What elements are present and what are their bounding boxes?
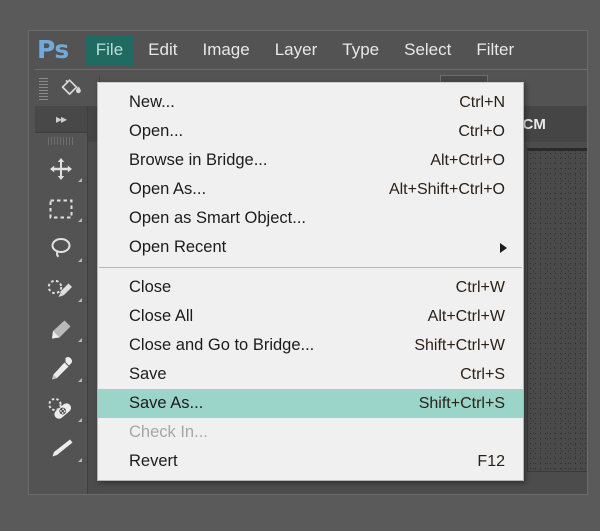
menu-item-shortcut: F12 (477, 452, 505, 470)
menu-item-label: Revert (129, 452, 178, 470)
menu-bar: Ps File Edit Image Layer Type Select Fil… (29, 31, 587, 69)
tool-flyout-indicator (78, 218, 82, 222)
tool-flyout-indicator (78, 298, 82, 302)
menu-separator (99, 267, 522, 268)
crop-tool-icon[interactable] (35, 309, 87, 349)
menu-layer[interactable]: Layer (264, 35, 329, 66)
options-bar-grip[interactable] (39, 77, 48, 100)
tool-flyout-indicator (78, 418, 82, 422)
menu-item-label: Open as Smart Object... (129, 209, 306, 227)
menu-select[interactable]: Select (393, 35, 462, 66)
menu-item-save-as[interactable]: Save As... Shift+Ctrl+S (98, 389, 523, 418)
spot-healing-brush-tool-icon[interactable] (35, 389, 87, 429)
menu-item-close[interactable]: Close Ctrl+W (98, 273, 523, 302)
tools-panel-collapse-button[interactable]: ▸▸ (35, 106, 87, 133)
tool-flyout-indicator (78, 258, 82, 262)
eyedropper-tool-icon[interactable] (35, 349, 87, 389)
menu-item-label: Browse in Bridge... (129, 151, 268, 169)
menu-item-open-as[interactable]: Open As... Alt+Shift+Ctrl+O (98, 175, 523, 204)
menu-item-label: Close All (129, 307, 194, 325)
menu-item-label: Close and Go to Bridge... (129, 336, 315, 354)
menu-item-shortcut: Alt+Ctrl+W (427, 307, 505, 325)
menu-item-shortcut: Ctrl+N (459, 93, 505, 111)
menu-item-label: Check In... (129, 423, 208, 441)
photoshop-logo: Ps (37, 34, 69, 64)
document-canvas[interactable] (527, 148, 587, 472)
menu-item-close-and-go-to-bridge[interactable]: Close and Go to Bridge... Shift+Ctrl+W (98, 331, 523, 360)
menu-type[interactable]: Type (331, 35, 390, 66)
file-dropdown-menu: New... Ctrl+N Open... Ctrl+O Browse in B… (97, 82, 524, 481)
menu-item-label: Open... (129, 122, 184, 140)
menu-item-label: Save (129, 365, 167, 383)
menu-item-shortcut: Ctrl+S (460, 365, 505, 383)
menu-item-label: New... (129, 93, 175, 111)
menu-item-close-all[interactable]: Close All Alt+Ctrl+W (98, 302, 523, 331)
menu-item-shortcut: Ctrl+W (455, 278, 505, 296)
tool-flyout-indicator (78, 458, 82, 462)
submenu-arrow-icon (500, 242, 507, 253)
menu-item-new[interactable]: New... Ctrl+N (98, 88, 523, 117)
tools-panel: ▸▸ (35, 106, 88, 494)
menu-item-label: Open Recent (129, 238, 227, 256)
menu-item-shortcut: Shift+Ctrl+W (414, 336, 505, 354)
menu-item-label: Open As... (129, 180, 207, 198)
menu-item-shortcut: Shift+Ctrl+S (418, 394, 505, 412)
menu-item-label: Close (129, 278, 172, 296)
lasso-tool-icon[interactable] (35, 229, 87, 269)
menu-item-shortcut: Alt+Shift+Ctrl+O (388, 180, 505, 198)
menu-image[interactable]: Image (191, 35, 260, 66)
menu-file[interactable]: File (84, 34, 135, 66)
menu-item-label: Save As... (129, 394, 204, 412)
menu-item-open[interactable]: Open... Ctrl+O (98, 117, 523, 146)
tool-flyout-indicator (78, 338, 82, 342)
tool-flyout-indicator (78, 178, 82, 182)
menu-item-open-recent[interactable]: Open Recent (98, 233, 523, 262)
menu-item-open-as-smart-object[interactable]: Open as Smart Object... (98, 204, 523, 233)
screenshot-root: Ps File Edit Image Layer Type Select Fil… (0, 0, 600, 531)
menu-item-revert[interactable]: Revert F12 (98, 447, 523, 476)
tool-flyout-indicator (78, 378, 82, 382)
menu-item-browse-in-bridge[interactable]: Browse in Bridge... Alt+Ctrl+O (98, 146, 523, 175)
move-tool-icon[interactable] (35, 149, 87, 189)
brush-tool-icon[interactable] (35, 429, 87, 469)
menu-item-save[interactable]: Save Ctrl+S (98, 360, 523, 389)
menu-edit[interactable]: Edit (137, 35, 188, 66)
rectangular-marquee-tool-icon[interactable] (35, 189, 87, 229)
menu-filter[interactable]: Filter (465, 35, 525, 66)
quick-selection-tool-icon[interactable] (35, 269, 87, 309)
tools-panel-grip[interactable] (35, 133, 87, 149)
paint-bucket-icon[interactable] (55, 74, 89, 104)
menu-item-check-in: Check In... (98, 418, 523, 447)
menu-item-shortcut: Ctrl+O (458, 122, 505, 140)
menu-item-shortcut: Alt+Ctrl+O (430, 151, 505, 169)
